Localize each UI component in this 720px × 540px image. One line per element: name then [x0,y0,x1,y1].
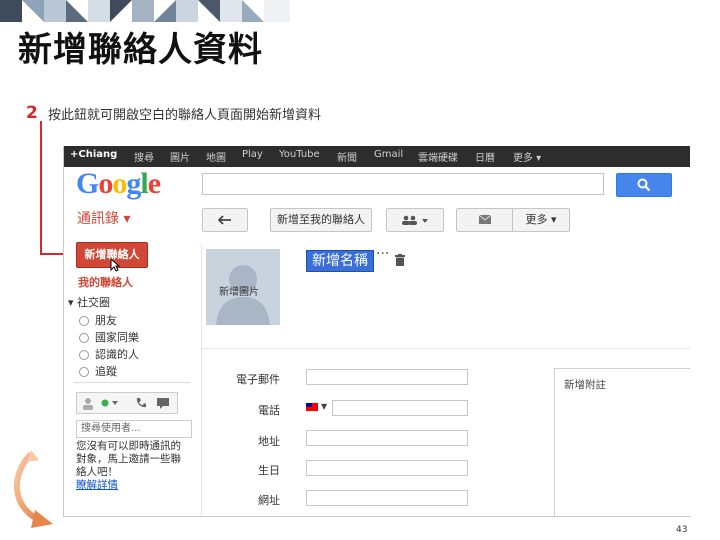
learn-more-link[interactable]: 瞭解詳情 [76,477,118,492]
contacts-screenshot: +Chiang 搜尋 圖片 地圖 Play YouTube 新聞 Gmail 雲… [63,146,690,517]
chevron-down-icon[interactable]: ▼ [321,402,327,411]
chat-divider [74,382,190,383]
google-logo-text: Google [76,167,161,200]
gbar-item-news[interactable]: 新聞 [337,149,357,164]
gbar-item-drive[interactable]: 雲端硬碟 [418,149,458,164]
sidebar-item-my-contacts[interactable]: 我的聯絡人 [78,274,133,290]
curved-arrow-icon [14,450,53,528]
circle-label: 朋友 [95,314,117,327]
circle-dot-icon [79,333,89,343]
sidebar-circle-item[interactable]: 認識的人 [79,346,139,362]
website-field-label: 網址 [258,494,280,507]
birthday-field[interactable] [306,460,468,476]
sidebar-circle-item[interactable]: 追蹤 [79,363,117,379]
gbar-item-calendar[interactable]: 日曆 [475,149,495,164]
gbar-item-more[interactable]: 更多 ▾ [513,149,541,164]
people-icon [402,215,428,225]
people-search-input[interactable]: 搜尋使用者... [76,420,192,438]
contacts-menu[interactable]: 通訊錄 ▾ [77,208,130,228]
address-field[interactable] [306,430,468,446]
google-logo[interactable]: Google [76,167,161,201]
arrow-left-icon [217,215,231,225]
sidebar-item-circles[interactable]: ▾ 社交圈 [68,294,110,310]
gbar-item-profile[interactable]: +Chiang [70,149,117,160]
notes-label: 新增附註 [564,379,606,391]
circle-label: 國家同樂 [95,331,139,344]
circle-dot-icon [79,367,89,377]
email-field[interactable] [306,369,468,385]
search-input[interactable] [202,173,604,195]
trash-icon[interactable] [395,254,405,266]
groups-button[interactable] [386,208,444,232]
phone-field-label: 電話 [258,404,280,417]
phone-icon[interactable] [135,397,147,409]
search-icon [637,178,651,192]
sidebar-circle-item[interactable]: 朋友 [79,312,117,328]
header-mosaic-decoration [0,0,290,22]
more-options-dots[interactable]: ··· [376,246,389,262]
more-button[interactable]: 更多 ▾ [512,208,570,232]
website-field[interactable] [306,490,468,506]
address-field-label: 地址 [258,435,280,448]
google-bar: +Chiang 搜尋 圖片 地圖 Play YouTube 新聞 Gmail 雲… [64,146,690,167]
back-button[interactable] [202,208,248,232]
contact-name-input[interactable]: 新增名稱 [306,250,374,272]
email-field-label: 電子郵件 [236,373,280,386]
circle-dot-icon [79,316,89,326]
slide-title: 新增聯絡人資料 [18,30,263,70]
gbar-item-search[interactable]: 搜尋 [134,149,154,164]
circle-dot-icon [79,350,89,360]
chat-icon[interactable] [157,397,169,409]
chat-empty-message: 您沒有可以即時通訊的對象，馬上邀請一些聯絡人吧！ [76,440,181,478]
circle-label: 追蹤 [95,365,117,378]
page-number: 43 [676,525,688,535]
sidebar-circle-item[interactable]: 國家同樂 [79,329,139,345]
avatar-icon[interactable] [81,396,95,410]
gbar-item-youtube[interactable]: YouTube [279,149,320,160]
taiwan-flag-icon[interactable] [306,403,318,411]
step-description: 按此鈕就可開啟空白的聯絡人頁面開始新增資料 [48,108,322,123]
envelope-icon [478,214,492,224]
phone-field[interactable] [332,400,468,416]
callout-line [40,121,42,255]
step-number: 2 [26,103,38,123]
birthday-field-label: 生日 [258,464,280,477]
gbar-item-images[interactable]: 圖片 [170,149,190,164]
add-photo-label[interactable]: 新增圖片 [219,283,259,298]
chat-status-bar [76,392,178,414]
gbar-item-maps[interactable]: 地圖 [206,149,226,164]
circle-label: 認識的人 [95,348,139,361]
gbar-item-play[interactable]: Play [242,149,263,160]
gbar-item-gmail[interactable]: Gmail [374,149,403,160]
search-button[interactable] [616,173,672,197]
add-to-my-contacts-button[interactable]: 新增至我的聯絡人 [270,208,372,232]
email-button[interactable] [456,208,514,232]
status-dot-icon[interactable] [101,398,119,408]
editor-divider [202,348,690,349]
